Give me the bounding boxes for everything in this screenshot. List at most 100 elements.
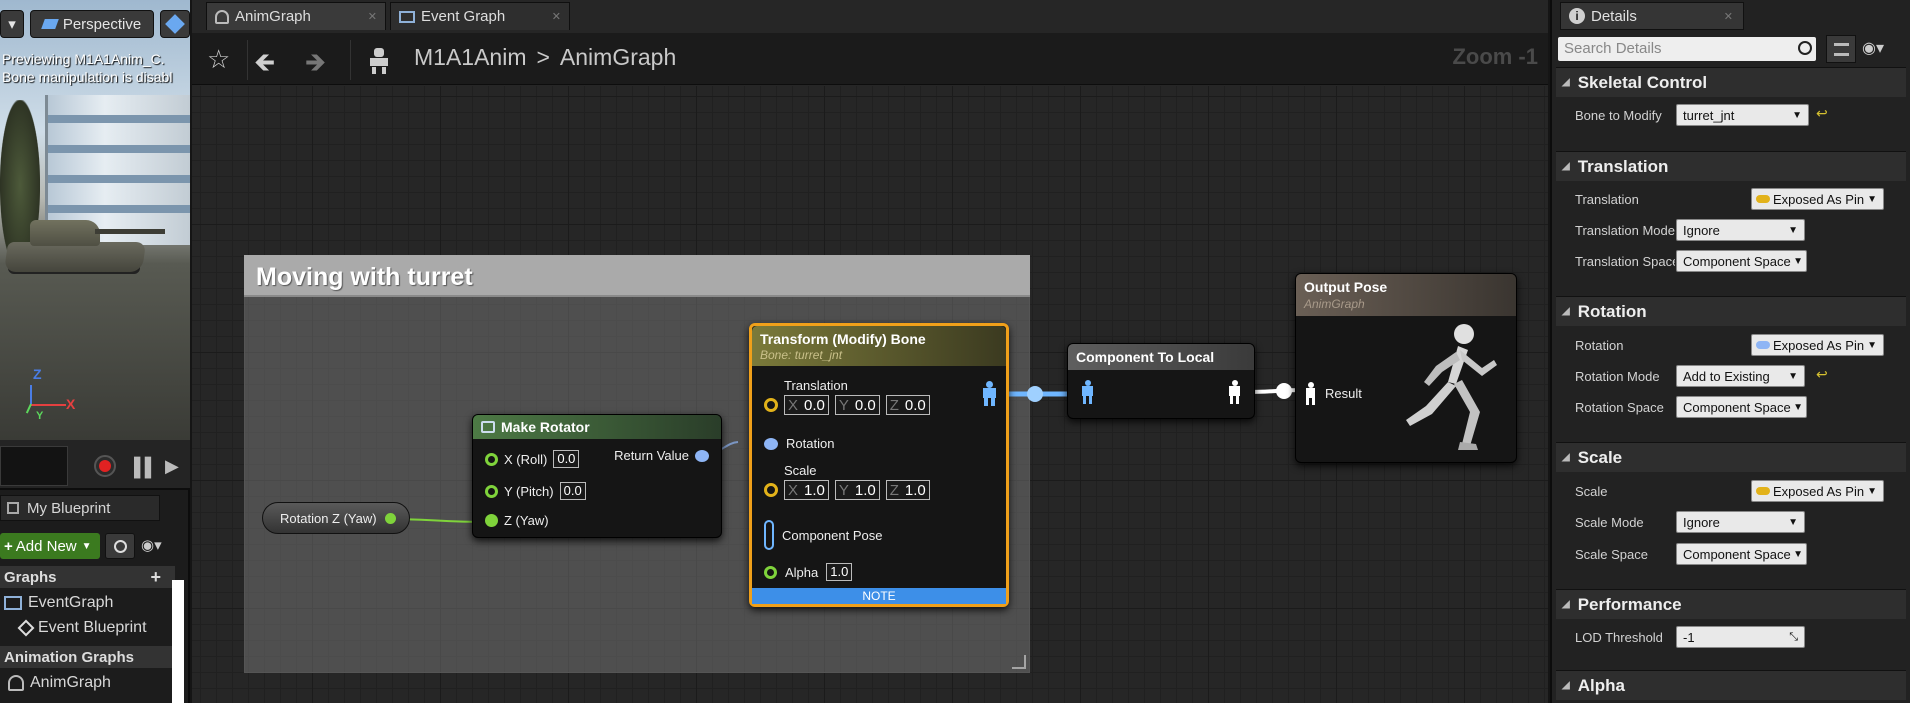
eye-options-icon[interactable]: ◉▾ [1862, 38, 1884, 58]
pin-return-value[interactable]: Return Value [614, 448, 709, 463]
translation-z-field[interactable]: Z 0.0 [885, 395, 930, 415]
vector-pin-icon[interactable] [764, 483, 778, 497]
scale-x-field[interactable]: X 1.0 [784, 480, 829, 500]
scale-z-field[interactable]: Z 1.0 [885, 480, 930, 500]
transform-bone-header[interactable]: Transform (Modify) Bone Bone: turret_jnt [752, 326, 1006, 366]
lod-threshold-field[interactable]: -1 ⤡ [1676, 626, 1805, 648]
rotation-pin-combo[interactable]: Exposed As Pin ▼ [1751, 334, 1884, 356]
pin-alpha[interactable]: Alpha 1.0 [764, 563, 853, 581]
float-pin-icon[interactable] [384, 512, 396, 524]
pin-x-roll[interactable]: X (Roll) 0.0 [485, 450, 580, 468]
scale-space-combo[interactable]: Component Space ▼ [1676, 543, 1807, 565]
output-pose-header[interactable]: Output Pose AnimGraph [1296, 274, 1516, 316]
translation-space-combo[interactable]: Component Space ▼ [1676, 250, 1807, 272]
float-pin-icon[interactable] [485, 452, 498, 466]
pin-translation[interactable]: Translation X 0.0 Y 0.0 Z 0.0 [764, 378, 930, 415]
scale-pin-combo[interactable]: Exposed As Pin ▼ [1751, 480, 1884, 502]
bone-to-modify-combo[interactable]: turret_jnt ▼ [1676, 104, 1809, 126]
collapse-arrow-icon[interactable]: ◢ [1562, 452, 1570, 463]
reset-to-default-icon[interactable]: ↩ [1816, 366, 1828, 383]
vector-pin-icon[interactable] [764, 398, 778, 412]
make-rotator-node[interactable]: Make Rotator X (Roll) 0.0 Y (Pitch) 0.0 … [472, 414, 722, 538]
add-new-button[interactable]: + Add New ▼ [0, 533, 100, 559]
section-alpha[interactable]: ◢ Alpha [1556, 670, 1906, 700]
breadcrumb-leaf[interactable]: AnimGraph [560, 44, 676, 71]
visibility-options-icon[interactable]: ◉▾ [141, 536, 162, 554]
pause-icon[interactable]: ▌▌ [134, 457, 157, 478]
float-pin-icon[interactable] [764, 565, 777, 579]
pin-result[interactable]: Result [1306, 382, 1362, 405]
translation-mode-combo[interactable]: Ignore ▼ [1676, 219, 1805, 241]
pose-output-pin-icon[interactable] [983, 381, 996, 406]
tab-animgraph[interactable]: AnimGraph ✕ [206, 2, 386, 30]
section-skeletal-control[interactable]: ◢ Skeletal Control [1556, 67, 1906, 97]
perspective-button[interactable]: Perspective [30, 10, 154, 38]
graphs-section[interactable]: Graphs + [0, 566, 175, 588]
viewport-options-button[interactable]: ▾ [0, 10, 24, 38]
collapse-arrow-icon[interactable]: ◢ [1562, 680, 1570, 691]
comment-title[interactable]: Moving with turret [244, 255, 1030, 297]
show-flags-button[interactable] [160, 10, 190, 38]
timeline-box[interactable] [0, 446, 68, 486]
collapse-arrow-icon[interactable]: ◢ [1562, 77, 1570, 88]
graph-item-event-blueprint[interactable]: Event Blueprint [17, 619, 147, 637]
component-to-local-header[interactable]: Component To Local [1068, 344, 1254, 370]
back-arrow-icon[interactable]: 🡸 [254, 44, 275, 88]
translation-pin-combo[interactable]: Exposed As Pin ▼ [1751, 188, 1884, 210]
favorite-star-icon[interactable]: ☆ [207, 44, 230, 75]
record-icon[interactable] [94, 455, 116, 477]
scrollbar[interactable] [172, 580, 184, 703]
pose-input-pin-icon[interactable] [1082, 380, 1093, 404]
scale-y-field[interactable]: Y 1.0 [834, 480, 880, 500]
note-bar[interactable]: NOTE [752, 588, 1006, 604]
close-tab-icon[interactable]: ✕ [552, 10, 561, 23]
tab-event-graph[interactable]: Event Graph ✕ [390, 2, 570, 30]
scale-mode-combo[interactable]: Ignore ▼ [1676, 511, 1805, 533]
anim-item-animgraph[interactable]: AnimGraph [8, 674, 111, 692]
details-search-input[interactable]: Search Details [1558, 37, 1816, 61]
pin-value[interactable]: 0.0 [559, 482, 586, 500]
details-tab[interactable]: i Details ✕ [1560, 2, 1744, 30]
add-graph-icon[interactable]: + [150, 567, 161, 588]
forward-arrow-icon[interactable]: 🡺 [305, 44, 326, 88]
pin-scale[interactable]: Scale X 1.0 Y 1.0 Z 1.0 [764, 463, 930, 500]
rotation-mode-combo[interactable]: Add to Existing ▼ [1676, 365, 1805, 387]
section-translation[interactable]: ◢ Translation [1556, 151, 1906, 181]
transform-modify-bone-node[interactable]: Transform (Modify) Bone Bone: turret_jnt… [749, 323, 1009, 607]
view-options-button[interactable] [1826, 35, 1856, 63]
translation-x-field[interactable]: X 0.0 [784, 395, 829, 415]
close-tab-icon[interactable]: ✕ [368, 10, 377, 23]
translation-y-field[interactable]: Y 0.0 [834, 395, 880, 415]
my-blueprint-tab[interactable]: My Blueprint [0, 495, 160, 521]
section-scale[interactable]: ◢ Scale [1556, 442, 1906, 472]
graph-item-eventgraph[interactable]: EventGraph [4, 594, 113, 612]
reset-to-default-icon[interactable]: ↩ [1816, 105, 1828, 122]
section-rotation[interactable]: ◢ Rotation [1556, 296, 1906, 326]
search-icon[interactable] [1798, 41, 1812, 55]
pin-y-pitch[interactable]: Y (Pitch) 0.0 [485, 482, 586, 500]
float-pin-icon[interactable] [485, 514, 498, 527]
pin-component-pose[interactable]: Component Pose [764, 520, 882, 550]
pin-z-yaw[interactable]: Z (Yaw) [485, 513, 549, 528]
play-icon[interactable]: ▶ [165, 456, 179, 477]
preview-viewport[interactable]: ▾ Perspective Previewing M1A1Anim_C. Bon… [0, 0, 190, 440]
pose-output-pin-icon[interactable] [1229, 380, 1240, 404]
output-pose-node[interactable]: Output Pose AnimGraph Result [1295, 273, 1517, 463]
rotator-pin-icon[interactable] [695, 449, 709, 462]
close-tab-icon[interactable]: ✕ [1724, 10, 1733, 23]
rotation-z-variable-node[interactable]: Rotation Z (Yaw) [262, 502, 410, 534]
component-to-local-node[interactable]: Component To Local [1067, 343, 1255, 419]
collapse-arrow-icon[interactable]: ◢ [1562, 599, 1570, 610]
animation-graphs-section[interactable]: Animation Graphs [0, 646, 175, 668]
rotator-pin-icon[interactable] [764, 437, 778, 450]
resize-handle[interactable] [1012, 655, 1026, 669]
make-rotator-header[interactable]: Make Rotator [473, 415, 721, 439]
breadcrumb-root[interactable]: M1A1Anim [414, 44, 526, 71]
section-performance[interactable]: ◢ Performance [1556, 589, 1906, 619]
search-button[interactable] [105, 533, 135, 559]
pin-value[interactable]: 0.0 [553, 450, 580, 468]
rotation-space-combo[interactable]: Component Space ▼ [1676, 396, 1807, 418]
collapse-arrow-icon[interactable]: ◢ [1562, 161, 1570, 172]
pose-pin-icon[interactable] [764, 520, 774, 550]
float-pin-icon[interactable] [485, 484, 498, 498]
